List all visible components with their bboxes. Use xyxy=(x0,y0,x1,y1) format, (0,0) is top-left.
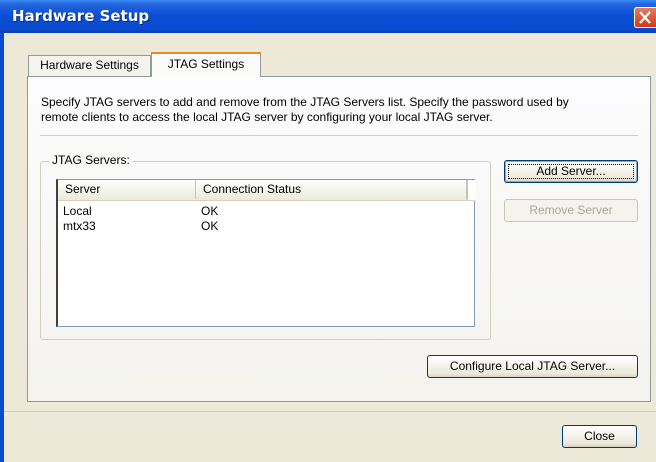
list-item[interactable]: Local OK xyxy=(58,204,468,218)
list-item[interactable]: mtx33 OK xyxy=(58,219,468,233)
remove-server-button[interactable]: Remove Server xyxy=(504,199,638,222)
server-cell: mtx33 xyxy=(63,219,96,233)
column-header-server[interactable]: Server xyxy=(58,180,196,199)
close-window-button[interactable] xyxy=(634,7,656,28)
status-cell: OK xyxy=(201,204,219,218)
configure-local-jtag-server-button[interactable]: Configure Local JTAG Server... xyxy=(427,355,638,378)
tab-hardware-settings[interactable]: Hardware Settings xyxy=(28,55,151,76)
close-button-label: Close xyxy=(584,429,615,443)
server-cell: Local xyxy=(63,204,92,218)
column-header-connection-status[interactable]: Connection Status xyxy=(196,180,467,199)
list-header: Server Connection Status xyxy=(58,180,476,201)
jtag-servers-group-label: JTAG Servers: xyxy=(49,153,133,167)
configure-local-jtag-server-label: Configure Local JTAG Server... xyxy=(449,359,616,373)
tab-jtag-settings-label: JTAG Settings xyxy=(167,57,245,71)
focus-rect xyxy=(508,164,634,179)
tab-jtag-settings[interactable]: JTAG Settings xyxy=(151,52,261,77)
window-title: Hardware Setup xyxy=(12,7,150,25)
close-icon xyxy=(639,11,651,24)
remove-server-label: Remove Server xyxy=(529,203,613,217)
description-line-1: Specify JTAG servers to add and remove f… xyxy=(41,95,569,109)
separator xyxy=(40,135,638,136)
add-server-button[interactable]: Add Server... xyxy=(504,160,638,183)
description: Specify JTAG servers to add and remove f… xyxy=(41,95,641,125)
title-bar[interactable]: Hardware Setup xyxy=(0,0,656,33)
status-cell: OK xyxy=(201,219,219,233)
window-border xyxy=(0,33,4,462)
description-line-2: remote clients to access the local JTAG … xyxy=(41,110,493,124)
tab-hardware-settings-label: Hardware Settings xyxy=(40,58,139,72)
jtag-servers-list[interactable]: Server Connection Status Local OK mtx33 … xyxy=(56,179,476,327)
header-filler xyxy=(467,180,476,200)
footer-separator xyxy=(4,411,656,412)
close-button[interactable]: Close xyxy=(562,425,637,448)
